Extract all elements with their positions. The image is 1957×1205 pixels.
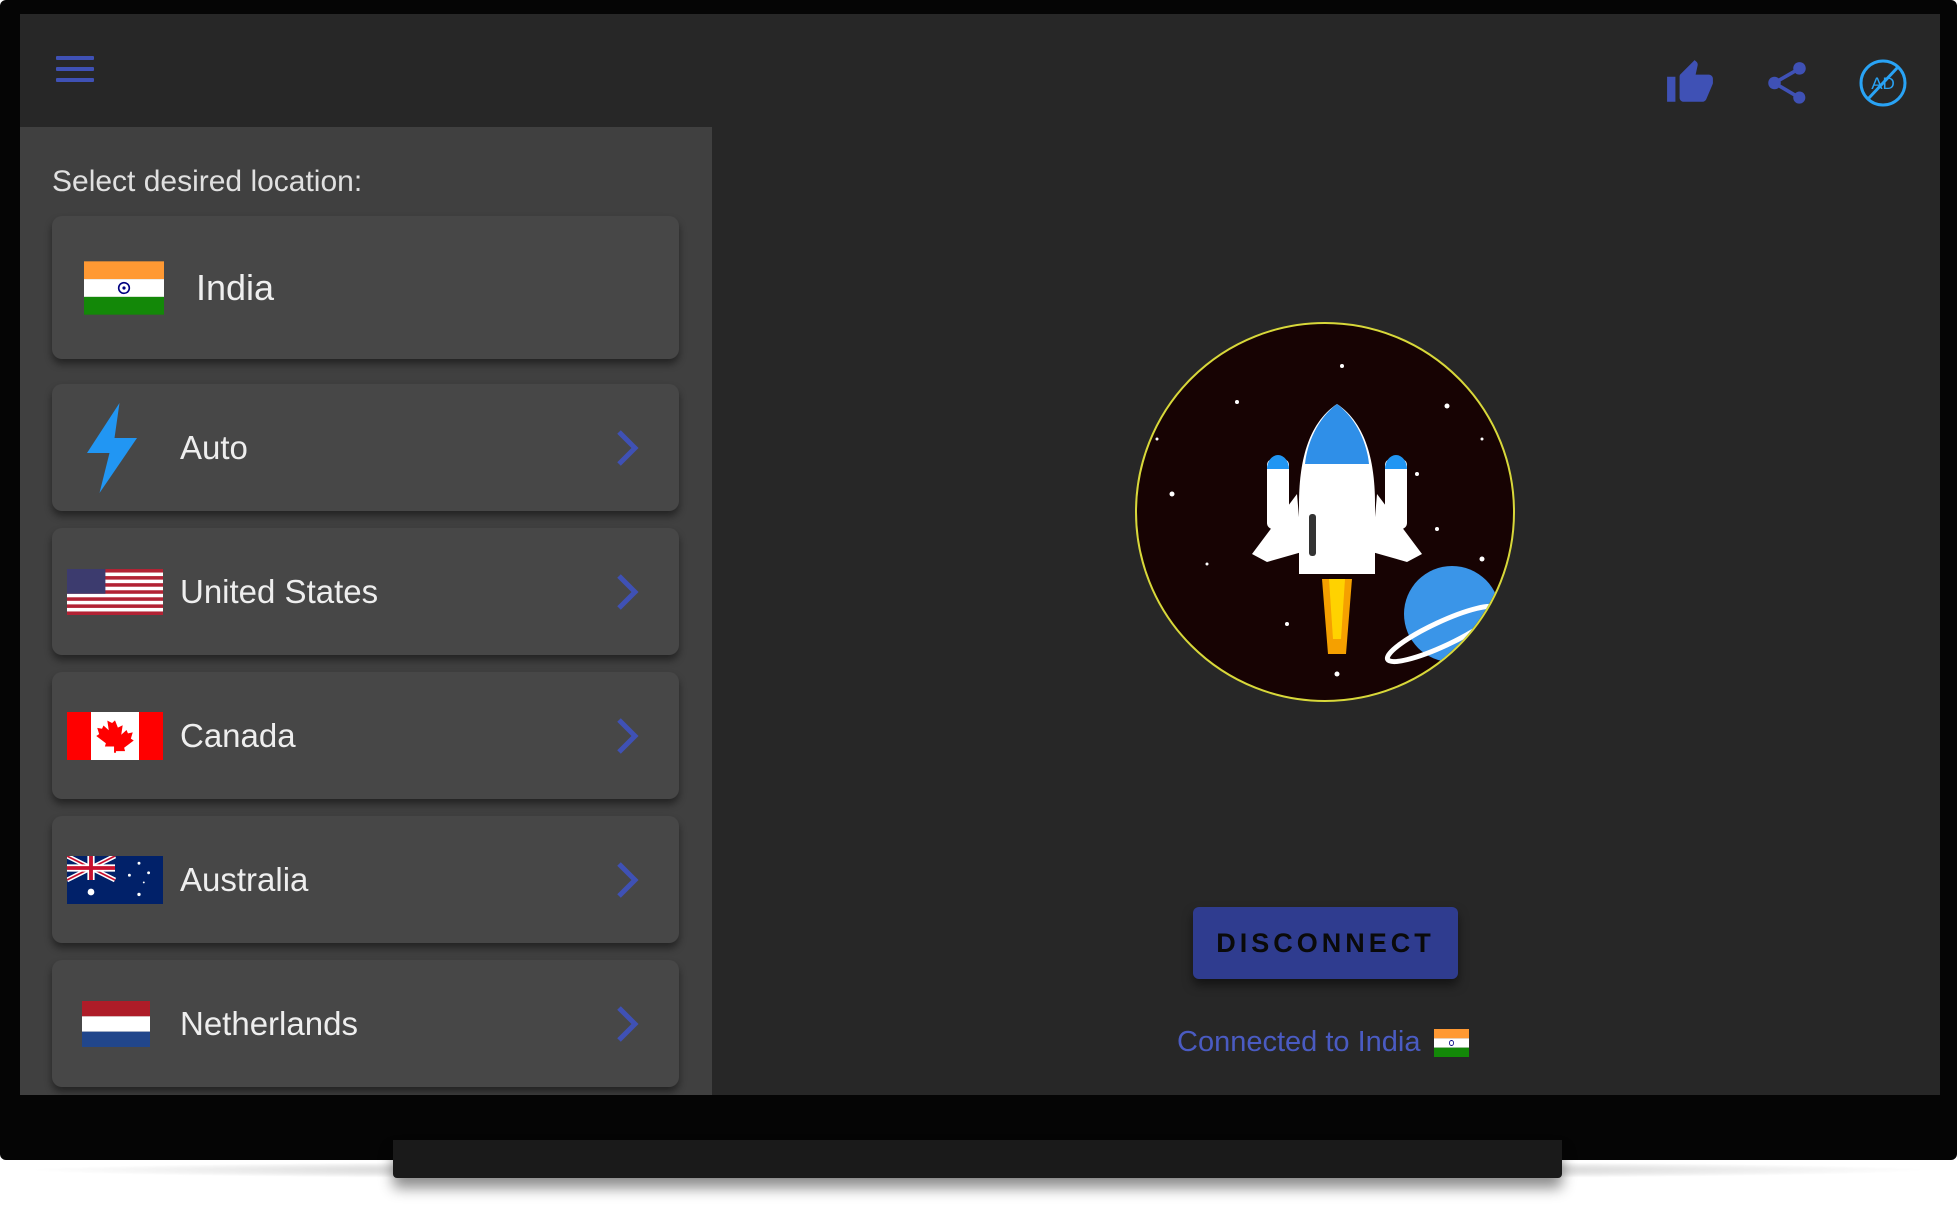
location-label: United States: [180, 572, 379, 610]
chevron-right-icon: [617, 861, 639, 898]
selected-location-card[interactable]: India: [52, 216, 679, 359]
lightning-bolt-icon: [87, 402, 137, 493]
hamburger-menu-icon[interactable]: [56, 56, 94, 84]
location-item-canada[interactable]: Canada: [52, 672, 679, 799]
location-label: Auto: [180, 428, 248, 466]
india-flag: [84, 260, 164, 315]
chevron-right-icon: [617, 1005, 639, 1042]
location-label: Netherlands: [180, 1004, 358, 1042]
disconnect-button[interactable]: DISCONNECT: [1193, 907, 1458, 979]
australia-flag: [67, 855, 163, 904]
us-flag: [67, 568, 163, 615]
connection-status: Connected to India: [1177, 1026, 1421, 1058]
netherlands-flag: [82, 1000, 150, 1047]
no-ads-icon[interactable]: AD: [1858, 58, 1908, 108]
share-icon[interactable]: [1762, 58, 1812, 108]
location-item-netherlands[interactable]: Netherlands: [52, 960, 679, 1087]
panel-title: Select desired location:: [52, 165, 363, 198]
tv-stand: [393, 1140, 1562, 1178]
selected-location-name: India: [196, 266, 275, 308]
location-item-auto[interactable]: Auto: [52, 384, 679, 511]
location-label: Australia: [180, 860, 309, 898]
chevron-right-icon: [617, 717, 639, 754]
thumbs-up-icon[interactable]: [1665, 58, 1715, 108]
location-item-australia[interactable]: Australia: [52, 816, 679, 943]
tv-frame: AD Select desired location: India Auto U…: [0, 0, 1957, 1160]
location-label: Canada: [180, 716, 296, 754]
india-flag: [1434, 1029, 1469, 1057]
chevron-right-icon: [617, 429, 639, 466]
rocket-launch-illustration: [1135, 322, 1515, 702]
chevron-right-icon: [617, 573, 639, 610]
location-panel: Select desired location: India Auto Unit…: [20, 127, 712, 1095]
app-screen: AD Select desired location: India Auto U…: [20, 14, 1940, 1095]
canada-flag: [67, 711, 163, 760]
location-item-united-states[interactable]: United States: [52, 528, 679, 655]
